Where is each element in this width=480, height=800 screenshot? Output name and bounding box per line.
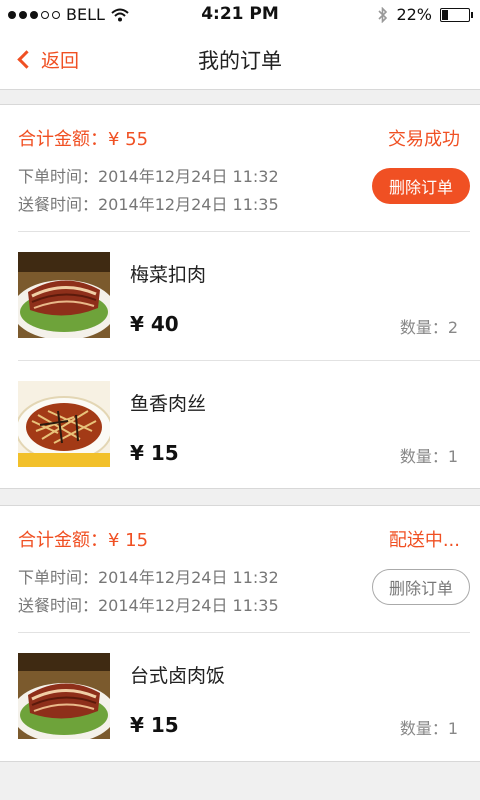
dish-item[interactable]: 梅菜扣肉 ¥ 40 数量：2	[18, 232, 480, 360]
battery-fill	[442, 9, 448, 20]
dish-quantity: 数量：2	[399, 318, 458, 337]
dish-item[interactable]: 台式卤肉饭 ¥ 15 数量：1	[18, 633, 480, 761]
delivery-time: 送餐时间：2014年12月24日 11:35	[18, 596, 279, 615]
order-time: 下单时间：2014年12月24日 11:32	[18, 568, 279, 587]
dish-item[interactable]: 鱼香肉丝 ¥ 15 数量：1	[18, 360, 480, 488]
order-header: 合计金额：¥ 55 交易成功 下单时间：2014年12月24日 11:32 送餐…	[18, 105, 470, 232]
delivery-time: 送餐时间：2014年12月24日 11:35	[18, 195, 279, 214]
page-title: 我的订单	[198, 49, 282, 73]
order-status: 交易成功	[388, 129, 460, 150]
status-bar: BELL 4:21 PM 22%	[0, 0, 480, 30]
dish-price: ¥ 15	[130, 713, 179, 737]
delete-order-button[interactable]: 删除订单	[372, 168, 470, 204]
order-status: 配送中...	[388, 530, 460, 551]
dish-quantity: 数量：1	[399, 447, 458, 466]
delete-order-button[interactable]: 删除订单	[372, 569, 470, 605]
order-time: 下单时间：2014年12月24日 11:32	[18, 167, 279, 186]
status-right: 22%	[378, 5, 473, 24]
battery-percent: 22%	[396, 5, 432, 24]
shredded-pork-dish-image	[18, 381, 110, 467]
order-card: 合计金额：¥ 55 交易成功 下单时间：2014年12月24日 11:32 送餐…	[0, 104, 480, 489]
order-total: 合计金额：¥ 55	[18, 129, 149, 150]
bluetooth-icon	[378, 6, 388, 23]
dish-price: ¥ 15	[130, 441, 179, 465]
order-total: 合计金额：¥ 15	[18, 530, 149, 551]
braised-pork-rice-dish-image	[18, 653, 110, 739]
dish-name: 梅菜扣肉	[130, 264, 207, 286]
order-card: 合计金额：¥ 15 配送中... 下单时间：2014年12月24日 11:32 …	[0, 505, 480, 762]
battery-icon	[440, 7, 473, 22]
dish-name: 鱼香肉丝	[130, 393, 207, 415]
dish-price: ¥ 40	[130, 312, 179, 336]
dish-name: 台式卤肉饭	[130, 665, 226, 687]
braised-pork-dish-image	[18, 252, 110, 338]
order-header: 合计金额：¥ 15 配送中... 下单时间：2014年12月24日 11:32 …	[18, 506, 470, 633]
dish-quantity: 数量：1	[399, 719, 458, 738]
nav-bar: 返回 我的订单	[0, 30, 480, 90]
